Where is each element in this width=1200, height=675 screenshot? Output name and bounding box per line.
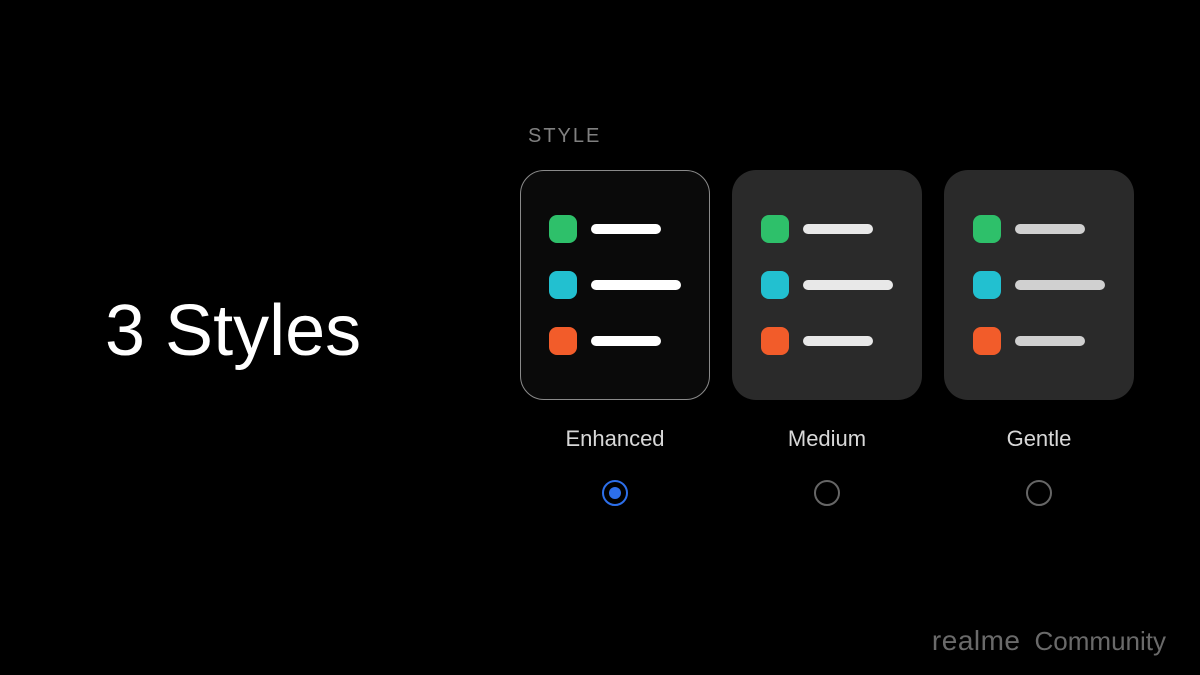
icon-row xyxy=(549,215,681,243)
icon-row xyxy=(549,327,681,355)
brand-subtext: Community xyxy=(1035,626,1166,657)
brand-logo-text: realme xyxy=(932,625,1021,657)
list-bar-icon xyxy=(1015,224,1085,234)
radio-enhanced[interactable] xyxy=(602,480,628,506)
icon-row xyxy=(761,271,893,299)
list-bar-icon xyxy=(1015,280,1105,290)
style-option-gentle[interactable]: Gentle xyxy=(944,170,1134,506)
page-title: 3 Styles xyxy=(105,290,361,372)
swatch-green-icon xyxy=(761,215,789,243)
radio-medium[interactable] xyxy=(814,480,840,506)
swatch-green-icon xyxy=(973,215,1001,243)
radio-gentle[interactable] xyxy=(1026,480,1052,506)
style-option-medium[interactable]: Medium xyxy=(732,170,922,506)
style-card-medium xyxy=(732,170,922,400)
icon-row xyxy=(973,215,1105,243)
style-label: Enhanced xyxy=(565,426,664,452)
style-label: Gentle xyxy=(1007,426,1072,452)
list-bar-icon xyxy=(591,224,661,234)
icon-row xyxy=(973,327,1105,355)
style-card-gentle xyxy=(944,170,1134,400)
style-section-label: STYLE xyxy=(528,125,601,148)
swatch-cyan-icon xyxy=(973,271,1001,299)
style-card-enhanced xyxy=(520,170,710,400)
list-bar-icon xyxy=(591,336,661,346)
swatch-green-icon xyxy=(549,215,577,243)
style-label: Medium xyxy=(788,426,866,452)
swatch-orange-icon xyxy=(973,327,1001,355)
style-option-enhanced[interactable]: Enhanced xyxy=(520,170,710,506)
icon-row xyxy=(549,271,681,299)
swatch-orange-icon xyxy=(761,327,789,355)
watermark: realme Community xyxy=(932,625,1166,657)
swatch-orange-icon xyxy=(549,327,577,355)
icon-row xyxy=(973,271,1105,299)
list-bar-icon xyxy=(1015,336,1085,346)
swatch-cyan-icon xyxy=(761,271,789,299)
icon-row xyxy=(761,327,893,355)
list-bar-icon xyxy=(591,280,681,290)
style-options-row: Enhanced Medium xyxy=(520,170,1134,506)
list-bar-icon xyxy=(803,336,873,346)
swatch-cyan-icon xyxy=(549,271,577,299)
list-bar-icon xyxy=(803,280,893,290)
icon-row xyxy=(761,215,893,243)
list-bar-icon xyxy=(803,224,873,234)
